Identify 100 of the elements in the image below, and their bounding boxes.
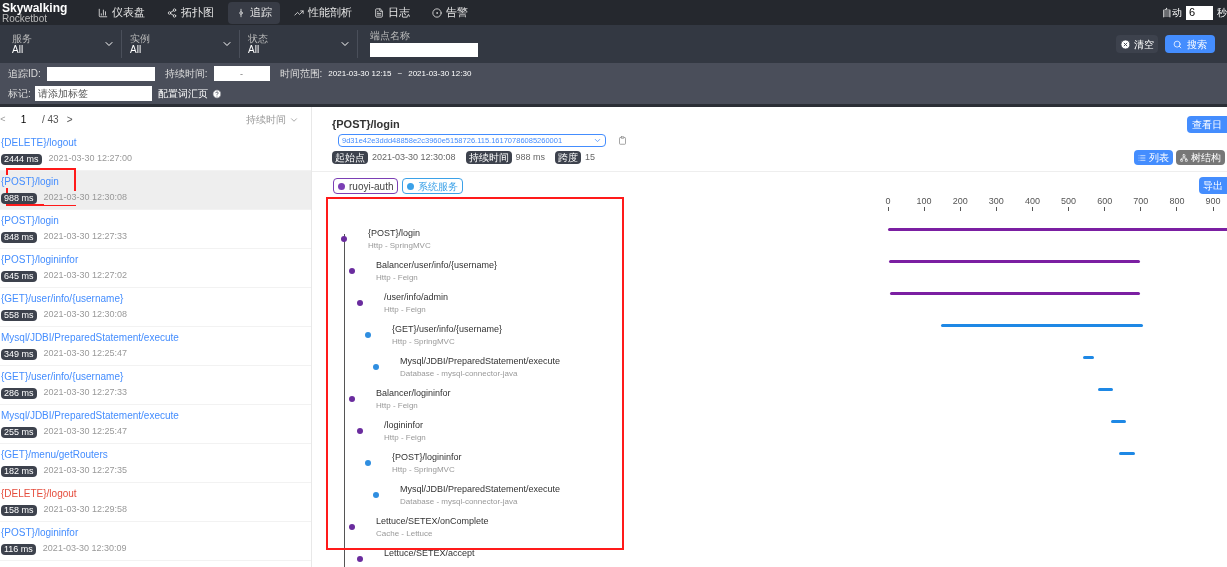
span-title: Lettuce/SETEX/onComplete (376, 515, 489, 528)
duration-tag: 116 ms (1, 543, 36, 555)
time-axis-tick: 900 (1201, 196, 1226, 211)
trace-endpoint: {GET}/user/info/{username} (1, 370, 124, 384)
trace-endpoint: Mysql/JDBI/PreparedStatement/execute (1, 331, 179, 345)
span-subtitle: Http - SpringMVC (368, 240, 431, 251)
span-title: Balancer/logininfor (376, 387, 451, 400)
trace-id-field[interactable] (46, 66, 155, 81)
time-axis-tick: 400 (1020, 196, 1045, 211)
time-axis-tick: 700 (1128, 196, 1153, 211)
nav-tab[interactable]: 告警 (424, 1, 476, 24)
filter-select[interactable]: 服务 All (12, 30, 122, 58)
endpoint-field[interactable] (370, 43, 478, 57)
tags-label: 标记: (8, 87, 31, 101)
time-range-start: 2021-03-30 12:15 (328, 67, 392, 80)
document-icon (374, 7, 384, 18)
meta-value: 2021-03-30 12:30:08 (372, 150, 456, 164)
duration-tag: 349 ms (1, 348, 37, 360)
next-page-button[interactable]: > (66, 112, 73, 127)
time-range-label: 时间范围: (279, 67, 323, 81)
service-tag[interactable]: ruoyi-auth (333, 178, 399, 194)
time-axis-tick: 600 (1092, 196, 1117, 211)
tree-icon (1180, 153, 1188, 162)
duration-tag: 848 ms (1, 231, 37, 243)
trace-endpoint: {DELETE}/logout (1, 136, 77, 150)
tags-field[interactable]: 请添加标签 (34, 86, 152, 101)
trace-id-label: 追踪ID: (8, 67, 41, 81)
refresh-interval-field[interactable]: 6 (1186, 5, 1213, 20)
duration-tag: 645 ms (1, 270, 37, 282)
span-title: {POST}/logininfor (392, 451, 462, 464)
duration-label: 持续时间: (164, 67, 208, 81)
trace-list-item[interactable]: {POST}/login 988 ms 2021-03-30 12:30:08 (0, 171, 311, 210)
span-title: Mysql/JDBI/PreparedStatement/execute (400, 483, 561, 496)
time-axis-tick: 800 (1164, 196, 1189, 211)
duration-tag: 255 ms (1, 426, 37, 438)
trace-start-time: 2021-03-30 12:25:47 (43, 425, 128, 439)
refresh-unit: 秒 (1217, 6, 1227, 20)
span-subtitle: Http - Feign (376, 400, 418, 411)
trace-start-time: 2021-03-30 12:27:35 (43, 464, 128, 478)
nav-tab[interactable]: 追踪 (228, 1, 280, 24)
duration-tag: 988 ms (1, 192, 37, 204)
meta-label: 持续时间 (465, 151, 512, 164)
nav-tab[interactable]: 仪表盘 (90, 1, 153, 24)
time-axis-tick: 300 (984, 196, 1009, 211)
nav-tab[interactable]: 性能剖析 (286, 1, 360, 24)
span-title: {POST}/login (368, 227, 421, 240)
span-title: /logininfor (384, 419, 424, 432)
span-title: Balancer/user/info/{username} (376, 259, 498, 272)
duration-tag: 182 ms (1, 465, 37, 477)
trace-start-time: 2021-03-30 12:27:02 (43, 269, 128, 283)
vocabulary-link[interactable]: 配置词汇页 (157, 86, 208, 101)
time-axis-tick: 100 (912, 196, 937, 211)
meta-value: 988 ms (515, 150, 546, 164)
trace-endpoint: {POST}/logininfor (1, 253, 79, 267)
duration-tag: 558 ms (1, 309, 37, 321)
list-icon (1138, 153, 1146, 162)
logo-title: Skywalking (2, 1, 69, 14)
trace-title: {POST}/login (332, 117, 400, 133)
span-subtitle: Http - SpringMVC (392, 464, 455, 475)
view-toggle[interactable]: 树结构 (1176, 150, 1225, 165)
span-subtitle: Http - Feign (384, 432, 426, 443)
auto-refresh-label: 自动 (1162, 6, 1182, 20)
trace-endpoint: {POST}/logininfor (1, 526, 79, 540)
span-title: {GET}/user/info/{username} (392, 323, 503, 336)
meta-label: 跨度 (555, 151, 582, 164)
span-subtitle: Database - mysql-connector-java (400, 368, 518, 379)
trace-start-time: 2021-03-30 12:27:00 (48, 152, 133, 166)
duration-tag: 2444 ms (1, 153, 42, 165)
trace-endpoint: {GET}/user/info/{username} (1, 292, 124, 306)
trace-start-time: 2021-03-30 12:25:47 (43, 347, 128, 361)
trace-start-time: 2021-03-30 12:27:33 (43, 386, 128, 400)
nav-tab[interactable]: 拓扑图 (159, 1, 222, 24)
time-axis-tick: 200 (948, 196, 973, 211)
nav-tab[interactable]: 日志 (366, 1, 418, 24)
filter-select[interactable]: 状态 All (248, 30, 358, 58)
chevron-down-icon (593, 136, 602, 145)
trace-start-time: 2021-03-30 12:30:08 (43, 191, 128, 205)
trace-endpoint: {POST}/login (1, 175, 59, 189)
time-range-separator: ~ (397, 67, 403, 80)
trend-icon (294, 7, 304, 18)
help-icon (211, 88, 222, 99)
trace-start-time: 2021-03-30 12:30:09 (42, 542, 127, 556)
trace-start-time: 2021-03-30 12:29:58 (43, 503, 128, 517)
meta-label: 起始点 (332, 151, 368, 164)
clear-button[interactable]: 清空 (1116, 35, 1158, 53)
filter-select[interactable]: 实例 All (130, 30, 240, 58)
duration-field[interactable]: - (213, 66, 270, 81)
span-subtitle: Http - Feign (384, 304, 426, 315)
span-subtitle: Http - Feign (376, 272, 418, 283)
target-icon (432, 7, 442, 18)
clear-icon (1120, 38, 1131, 50)
logo-subtitle: Rocketbot (2, 13, 48, 24)
trace-endpoint: {POST}/login (1, 214, 59, 228)
time-axis-tick: 500 (1056, 196, 1081, 211)
trace-endpoint: {DELETE}/logout (1, 487, 77, 501)
trace-start-time: 2021-03-30 12:30:08 (43, 308, 128, 322)
trace-start-time: 2021-03-30 12:27:33 (43, 230, 128, 244)
branch-icon (236, 7, 246, 18)
time-range-end: 2021-03-30 12:30 (408, 67, 472, 80)
span-title: /user/info/admin (384, 291, 449, 304)
